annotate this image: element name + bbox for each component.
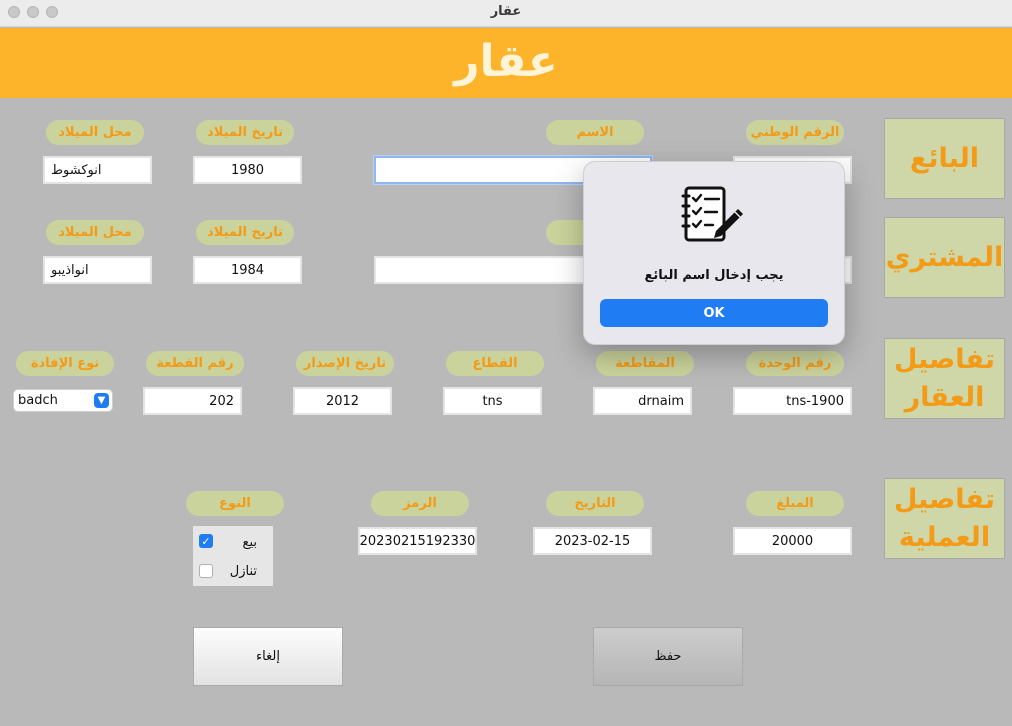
- buyer-birth-date-label: تاريخ الميلاد: [196, 220, 294, 245]
- buyer-birth-date-input[interactable]: 1984: [193, 256, 302, 284]
- alert-dialog: يجب إدخال اسم البائع OK: [583, 161, 845, 345]
- sector-input[interactable]: tns: [443, 387, 542, 415]
- transaction-type-group: ✓ بيع تنازل: [193, 526, 273, 586]
- alert-message: يجب إدخال اسم البائع: [644, 268, 784, 283]
- chevron-down-icon: ▼: [94, 393, 109, 408]
- plot-number-input[interactable]: 202: [143, 387, 242, 415]
- amount-input[interactable]: 20000: [733, 527, 852, 555]
- date-input[interactable]: 2023-02-15: [533, 527, 652, 555]
- section-transaction-line1: تفاصيل: [894, 483, 995, 515]
- seller-birth-date-input[interactable]: 1980: [193, 156, 302, 184]
- plot-number-label: رقم القطعة: [146, 351, 244, 376]
- section-property: تفاصيل العقار: [884, 338, 1005, 419]
- sector-label: القطاع: [446, 351, 544, 376]
- unit-number-input[interactable]: tns-1900: [733, 387, 852, 415]
- seller-birth-date-label: تاريخ الميلاد: [196, 120, 294, 145]
- code-input[interactable]: 20230215192330: [358, 527, 477, 555]
- type-sale-label: بيع: [242, 535, 257, 550]
- buyer-birth-place-label: محل الميلاد: [46, 220, 144, 245]
- ok-button[interactable]: OK: [600, 299, 828, 327]
- section-transaction-line2: العملية: [898, 521, 991, 553]
- cancel-button[interactable]: إلغاء: [193, 627, 343, 686]
- seller-name-label: الاسم: [546, 120, 644, 145]
- section-property-line2: العقار: [904, 381, 985, 413]
- seller-birth-place-input[interactable]: انوكشوط: [43, 156, 152, 184]
- section-seller: البائع: [884, 118, 1005, 199]
- type-sale-checkbox[interactable]: ✓: [199, 534, 213, 548]
- district-label: المقاطعة: [596, 351, 694, 376]
- district-input[interactable]: drnaim: [593, 387, 692, 415]
- header-banner: عقار: [0, 28, 1012, 98]
- section-transaction: تفاصيل العملية: [884, 478, 1005, 559]
- save-button[interactable]: حفظ: [593, 627, 743, 686]
- unit-number-label: رقم الوحدة: [746, 351, 844, 376]
- page-title: عقار: [454, 36, 558, 87]
- section-property-line1: تفاصيل: [894, 343, 995, 375]
- issue-date-input[interactable]: 2012: [293, 387, 392, 415]
- code-label: الرمز: [371, 491, 469, 516]
- window-titlebar: عقار: [0, 0, 1012, 27]
- benefit-type-label: نوع الإفادة: [16, 351, 114, 376]
- type-transfer-label: تنازل: [229, 564, 257, 579]
- section-buyer: المشتري: [884, 217, 1005, 298]
- issue-date-label: تاريخ الإصدار: [296, 351, 394, 376]
- seller-national-id-label: الرقم الوطني: [746, 120, 844, 145]
- seller-birth-place-label: محل الميلاد: [46, 120, 144, 145]
- window-title: عقار: [490, 4, 522, 19]
- type-transfer-checkbox[interactable]: [199, 564, 213, 578]
- buyer-birth-place-input[interactable]: انواذيبو: [43, 256, 152, 284]
- type-label: النوع: [186, 491, 284, 516]
- benefit-type-value: badch: [18, 393, 58, 408]
- date-label: التاريخ: [546, 491, 644, 516]
- amount-label: المبلغ: [746, 491, 844, 516]
- benefit-type-select[interactable]: badch ▼: [13, 389, 113, 412]
- notepad-checklist-icon: [681, 186, 743, 242]
